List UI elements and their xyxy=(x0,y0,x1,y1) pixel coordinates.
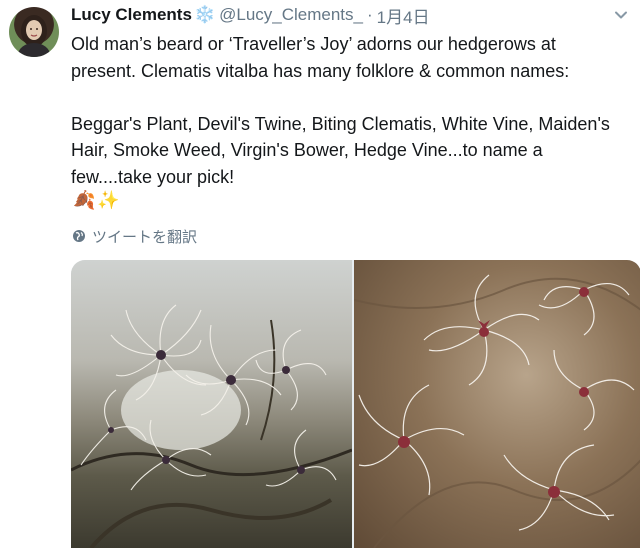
avatar[interactable] xyxy=(9,7,59,57)
fallen-leaf-icon: 🍂 xyxy=(73,189,96,210)
emoji-line: 🍂 ✨ xyxy=(73,188,120,212)
translate-label: ツイートを翻訳 xyxy=(92,228,198,246)
tweet-header: Lucy Clements ❄️ @Lucy_Clements_ · 1月4日 xyxy=(71,3,430,28)
tweet-card[interactable]: Lucy Clements ❄️ @Lucy_Clements_ · 1月4日 … xyxy=(0,0,640,548)
globe-icon xyxy=(73,230,85,242)
media-grid xyxy=(71,260,640,548)
tweet-date[interactable]: 1月4日 xyxy=(377,3,430,28)
sparkles-icon: ✨ xyxy=(97,189,120,210)
chevron-down-icon[interactable] xyxy=(614,8,628,22)
separator-dot: · xyxy=(367,5,373,24)
photo-clematis-1[interactable] xyxy=(71,260,352,548)
snowflake-icon: ❄️ xyxy=(193,5,216,24)
clematis-seedheads-art xyxy=(71,304,352,548)
tweet-text: Old man’s beard or ‘Traveller’s Joy’ ado… xyxy=(71,34,610,187)
photo-clematis-2[interactable] xyxy=(354,260,640,548)
user-handle[interactable]: @Lucy_Clements_ xyxy=(219,5,363,25)
clematis-closeup-art xyxy=(354,274,640,548)
display-name[interactable]: Lucy Clements xyxy=(71,5,192,25)
translate-tweet-link[interactable]: ツイートを翻訳 xyxy=(72,226,197,246)
avatar-portrait xyxy=(18,15,50,57)
